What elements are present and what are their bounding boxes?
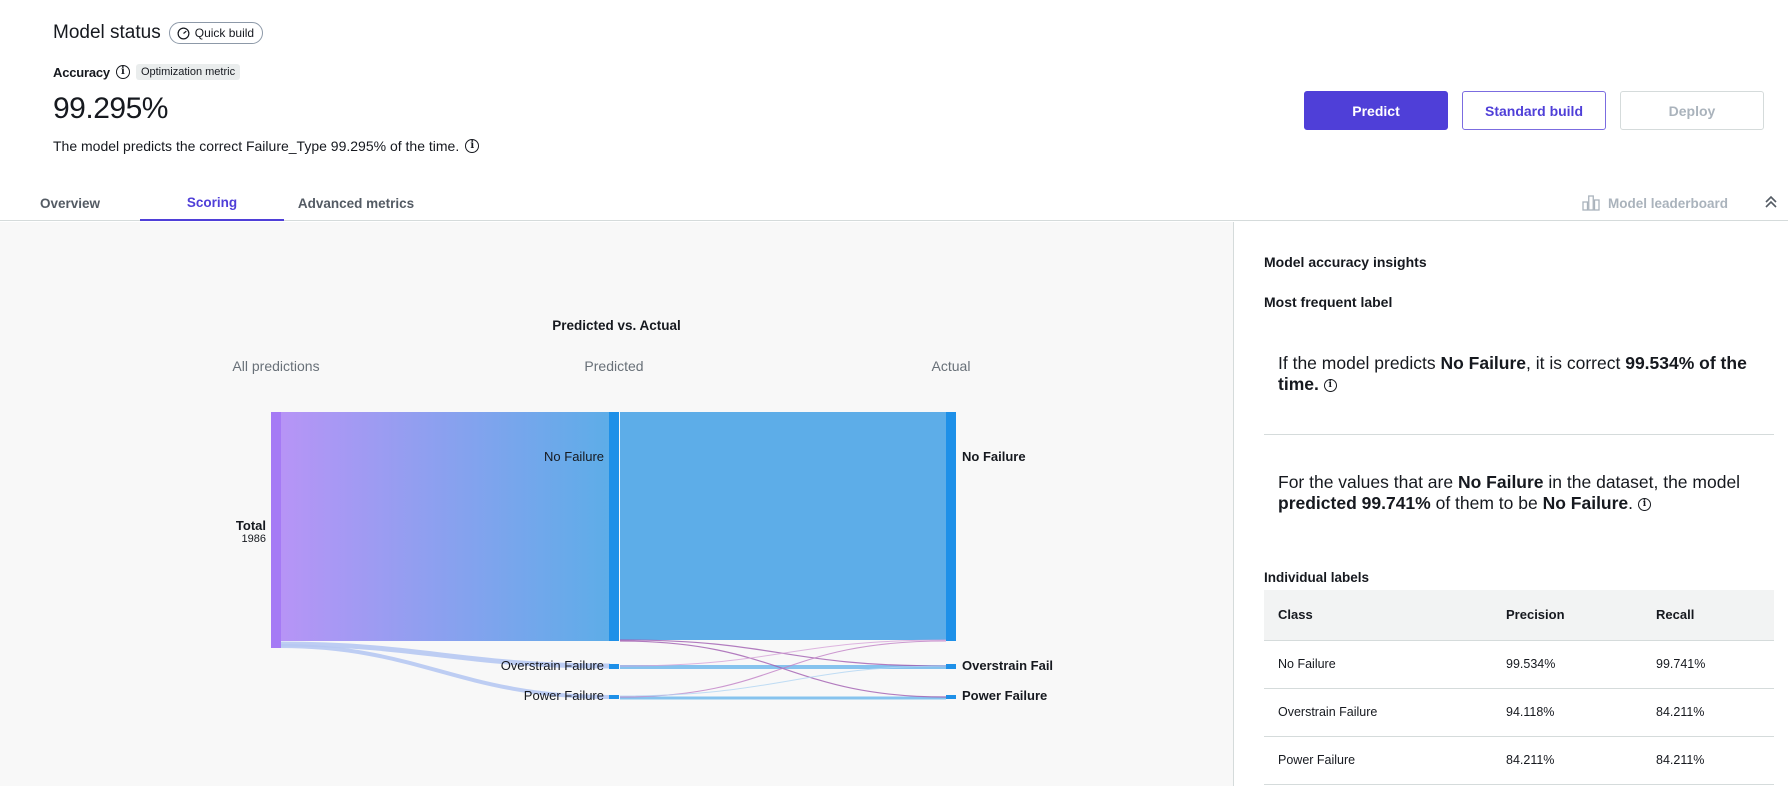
table-cell-precision: 99.534%	[1492, 640, 1642, 689]
table-cell-class: No Failure	[1264, 640, 1492, 689]
insight-class: No Failure	[1457, 472, 1544, 492]
accuracy-row: Accuracy i Optimization metric	[53, 64, 241, 80]
table-cell-class: Power Failure	[1264, 736, 1492, 785]
table-cell-recall: 84.211%	[1642, 688, 1774, 737]
total-label: Total	[235, 518, 266, 533]
sankey-chart-panel: Predicted vs. Actual All predictions Pre…	[0, 222, 1233, 786]
flow-power-overstrain	[619, 665, 947, 697]
column-label-actual: Actual	[931, 358, 971, 374]
title-row: Model status Quick build	[53, 22, 264, 44]
flow-no-failure-no-failure	[620, 412, 946, 640]
insight-text: .	[1628, 493, 1634, 513]
table-row: Power Failure 84.211% 84.211%	[1264, 736, 1774, 785]
info-icon[interactable]: i	[1323, 378, 1337, 392]
table-cell-recall: 84.211%	[1642, 736, 1774, 785]
column-label-all-predictions: All predictions	[232, 358, 320, 374]
column-header-precision: Precision	[1492, 590, 1642, 641]
flow-total-no-failure	[280, 412, 610, 641]
table-cell-precision: 84.211%	[1492, 736, 1642, 785]
precision-insight: If the model predicts No Failure, it is …	[1278, 353, 1778, 395]
accuracy-value: 99.295%	[53, 92, 168, 125]
quick-build-label: Quick build	[194, 26, 255, 40]
deploy-button[interactable]: Deploy	[1620, 91, 1764, 130]
insight-text: of them to be	[1430, 493, 1543, 513]
model-accuracy-insights-panel: Model accuracy insights Most frequent la…	[1233, 222, 1788, 786]
insight-text: If the model predicts	[1278, 353, 1441, 373]
column-header-class: Class	[1264, 590, 1492, 641]
node-act-power	[946, 695, 956, 699]
leaderboard-icon	[1582, 195, 1600, 211]
gauge-icon	[177, 27, 190, 39]
column-header-recall: Recall	[1642, 590, 1774, 641]
table-header-row: Class Precision Recall	[1264, 590, 1774, 641]
insights-title: Model accuracy insights	[1264, 254, 1427, 270]
insight-text: For the values that are	[1278, 472, 1458, 492]
node-label-total: Total 1986	[236, 518, 266, 545]
table-row: No Failure 99.534% 99.741%	[1264, 640, 1774, 689]
insight-class: No Failure	[1542, 493, 1629, 513]
accuracy-label: Accuracy	[53, 64, 110, 80]
node-label-pred-no-failure: No Failure	[544, 449, 604, 464]
tab-bar: Overview Scoring Advanced metrics Model …	[0, 185, 1788, 221]
accuracy-description: The model predicts the correct Failure_T…	[53, 138, 480, 154]
node-act-overstrain	[946, 664, 956, 669]
model-status-header: Model status Quick build Accuracy i Opti…	[0, 0, 1788, 180]
page-title: Model status	[53, 22, 161, 43]
tab-overview[interactable]: Overview	[0, 185, 140, 221]
insight-text: , it is correct	[1526, 353, 1626, 373]
node-label-act-no-failure: No Failure	[962, 449, 1026, 464]
chevron-double-up-icon[interactable]	[1762, 193, 1780, 211]
node-label-pred-power: Power Failure	[523, 688, 604, 703]
column-label-predicted: Predicted	[584, 358, 644, 374]
info-icon[interactable]: i	[1637, 497, 1651, 511]
info-icon[interactable]: i	[465, 139, 480, 153]
insight-text: in the dataset, the model	[1543, 472, 1741, 492]
node-act-no-failure	[946, 412, 956, 641]
table-cell-precision: 94.118%	[1492, 688, 1642, 737]
flow-overstrain-no-failure	[619, 639, 947, 667]
table-row: Overstrain Failure 94.118% 84.211%	[1264, 688, 1774, 737]
node-pred-no-failure	[609, 412, 619, 641]
divider	[1264, 434, 1774, 435]
node-label-act-power: Power Failure	[962, 688, 1048, 703]
chart-title: Predicted vs. Actual	[552, 318, 681, 333]
quick-build-badge: Quick build	[168, 22, 264, 44]
node-pred-overstrain	[609, 664, 619, 669]
tab-scoring[interactable]: Scoring	[140, 185, 284, 221]
recall-insight: For the values that are No Failure in th…	[1278, 472, 1778, 514]
individual-labels-table: Class Precision Recall No Failure 99.534…	[1264, 590, 1774, 785]
table-cell-class: Overstrain Failure	[1264, 688, 1492, 737]
standard-build-button[interactable]: Standard build	[1462, 91, 1606, 130]
insight-class: No Failure	[1440, 353, 1527, 373]
node-total	[271, 412, 281, 648]
node-label-act-overstrain: Overstrain Fail	[962, 658, 1054, 673]
insight-value: predicted 99.741%	[1278, 493, 1431, 513]
optimization-metric-tag: Optimization metric	[135, 64, 241, 80]
node-pred-power	[609, 695, 619, 699]
table-cell-recall: 99.741%	[1642, 640, 1774, 689]
node-label-pred-overstrain: Overstrain Failure	[500, 658, 604, 673]
model-leaderboard-link[interactable]: Model leaderboard	[1582, 185, 1728, 221]
sankey-chart	[271, 412, 956, 700]
accuracy-description-text: The model predicts the correct Failure_T…	[53, 138, 460, 154]
info-icon[interactable]: i	[115, 65, 130, 79]
tab-advanced-metrics[interactable]: Advanced metrics	[284, 185, 428, 221]
predict-button[interactable]: Predict	[1304, 91, 1448, 130]
model-leaderboard-label: Model leaderboard	[1607, 195, 1728, 211]
individual-labels-heading: Individual labels	[1264, 570, 1370, 585]
total-value: 1986	[241, 533, 266, 545]
most-frequent-label-heading: Most frequent label	[1264, 294, 1393, 310]
